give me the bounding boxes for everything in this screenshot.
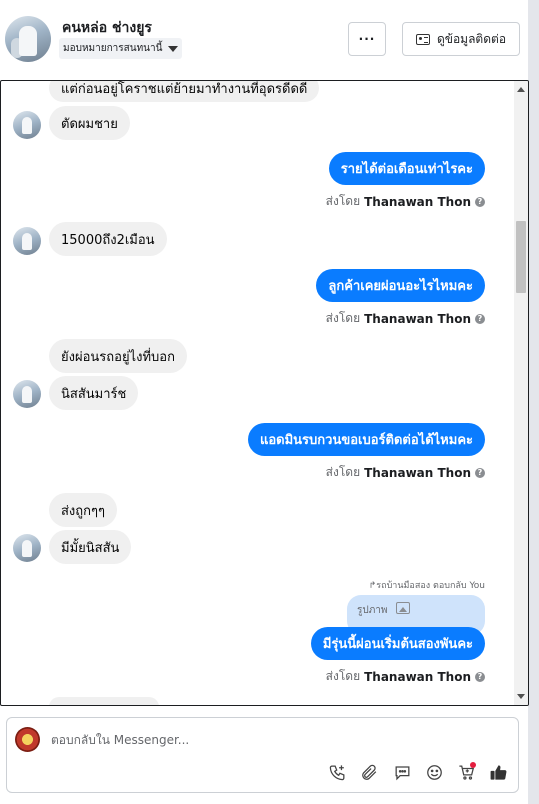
incoming-message: ส่งถูกๆๆ — [49, 493, 117, 527]
like-icon[interactable] — [488, 762, 508, 782]
message-text: ยังผ่อนรถอยู่ไงที่บอก — [61, 349, 175, 365]
view-contact-label: ดูข้อมูลติดต่อ — [436, 31, 507, 46]
attachment-icon[interactable] — [359, 762, 379, 782]
message-text: ส่งถูกๆๆ — [61, 503, 105, 519]
image-icon — [395, 602, 410, 614]
sender-name: Thanawan Thon — [364, 194, 471, 209]
phone-add-icon[interactable] — [327, 762, 347, 782]
notification-dot — [470, 762, 476, 768]
sent-by-line: ส่งโดย Thanawan Thon ? — [326, 463, 485, 482]
help-icon[interactable]: ? — [475, 313, 485, 324]
sent-by-line: ส่งโดย Thanawan Thon ? — [326, 192, 485, 211]
message-text: 15000ถึง2เมือน — [61, 232, 155, 248]
help-icon[interactable]: ? — [475, 467, 485, 478]
help-icon[interactable]: ? — [475, 196, 485, 207]
sent-by-line: ส่งโดย Thanawan Thon ? — [326, 667, 485, 686]
sent-by-line: ส่งโดย Thanawan Thon ? — [326, 309, 485, 328]
conversation-header: คนหล่อ ช่างยูร มอบหมายการสนทนานี้ ··· ดู… — [0, 0, 528, 80]
sender-name: Thanawan Thon — [364, 465, 471, 480]
view-contact-button[interactable]: ดูข้อมูลติดต่อ — [402, 22, 520, 56]
message-text: ลูกค้าเคยผ่อนอะไรไหมคะ — [328, 279, 473, 294]
message-text: แต่ก่อนอยู่โคราชแต่ย้ายมาทำงานที่อุดรดีด… — [61, 81, 308, 97]
messenger-conversation-page: คนหล่อ ช่างยูร มอบหมายการสนทนานี้ ··· ดู… — [0, 0, 539, 804]
reply-context-note: ↱รถบ้านมือสอง ตอบกลับ You — [368, 581, 485, 591]
right-edge-strip — [528, 0, 539, 804]
partial-incoming-message: แต่ก่อนอยู่โคราชแต่ย้ายมาทำงานที่อุดรดีด… — [49, 81, 320, 102]
reply-preview-text: รูปภาพ — [357, 605, 388, 616]
caret-down-icon — [168, 45, 179, 52]
reply-composer — [6, 717, 519, 793]
sent-by-prefix: ส่งโดย — [325, 194, 361, 208]
partial-incoming-message — [49, 697, 159, 705]
more-options-label: ··· — [358, 32, 376, 46]
incoming-message: นิสสันมาร์ช — [49, 376, 139, 410]
contact-card-icon — [415, 33, 430, 45]
message-text: รายได้ต่อเดือนเท่าไรคะ — [340, 162, 473, 177]
contact-mini-avatar — [13, 380, 41, 408]
contact-mini-avatar — [13, 534, 41, 562]
thread-scrollbar[interactable] — [514, 81, 528, 705]
incoming-message: มีมั้ยนิสสัน — [49, 530, 132, 564]
message-text: นิสสันมาร์ช — [61, 386, 127, 402]
contact-name: คนหล่อ ช่างยูร — [62, 20, 152, 36]
outgoing-message: แอดมินรบกวนขอเบอร์ติดต่อได้ไหมคะ — [247, 423, 485, 456]
message-text: ตัดผมชาย — [61, 116, 118, 132]
scroll-up-arrow-icon[interactable] — [517, 87, 525, 92]
more-options-button[interactable]: ··· — [348, 22, 386, 56]
scroll-down-arrow-icon[interactable] — [517, 694, 525, 699]
scrollbar-thumb[interactable] — [516, 221, 526, 293]
incoming-message: ยังผ่อนรถอยู่ไงที่บอก — [49, 339, 187, 373]
incoming-message: 15000ถึง2เมือน — [49, 222, 167, 256]
contact-mini-avatar — [13, 111, 41, 139]
sent-by-prefix: ส่งโดย — [325, 311, 361, 325]
outgoing-message: มีรุ่นนี้ผ่อนเริ่มต้นสองพันคะ — [310, 627, 485, 660]
message-thread[interactable]: แต่ก่อนอยู่โคราชแต่ย้ายมาทำงานที่อุดรดีด… — [0, 80, 529, 706]
message-text: มีมั้ยนิสสัน — [61, 540, 120, 556]
help-icon[interactable]: ? — [475, 671, 485, 682]
saved-replies-icon[interactable] — [392, 762, 412, 782]
assign-conversation-dropdown[interactable]: มอบหมายการสนทนานี้ — [59, 38, 183, 59]
message-text: แอดมินรบกวนขอเบอร์ติดต่อได้ไหมคะ — [259, 433, 473, 448]
sent-by-prefix: ส่งโดย — [325, 465, 361, 479]
sender-name: Thanawan Thon — [364, 311, 471, 326]
outgoing-message: รายได้ต่อเดือนเท่าไรคะ — [328, 152, 485, 185]
sender-name: Thanawan Thon — [364, 669, 471, 684]
outgoing-message: ลูกค้าเคยผ่อนอะไรไหมคะ — [316, 269, 485, 302]
incoming-message: ตัดผมชาย — [49, 106, 130, 140]
message-text: มีรุ่นนี้ผ่อนเริ่มต้นสองพันคะ — [322, 637, 473, 652]
contact-avatar[interactable] — [5, 16, 51, 62]
reply-input[interactable] — [51, 733, 491, 747]
contact-mini-avatar — [13, 227, 41, 255]
assign-conversation-label: มอบหมายการสนทนานี้ — [63, 43, 163, 54]
emoji-icon[interactable] — [424, 762, 444, 782]
sent-by-prefix: ส่งโดย — [325, 669, 361, 683]
cart-icon[interactable] — [456, 762, 476, 782]
page-avatar — [15, 727, 40, 752]
